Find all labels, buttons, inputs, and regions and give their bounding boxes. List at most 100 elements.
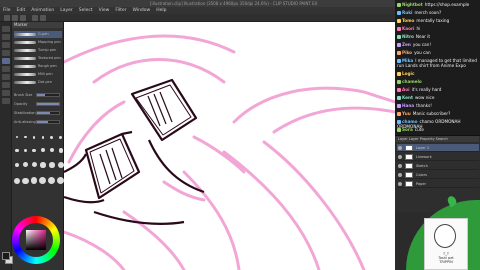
brush-tool-icon[interactable] bbox=[2, 74, 10, 80]
chat-message: Kaori hi bbox=[397, 26, 479, 31]
sub-tool-tab[interactable]: Marker bbox=[12, 22, 63, 28]
brush-size-option[interactable] bbox=[39, 158, 46, 171]
size-dot-icon bbox=[40, 148, 45, 153]
saturation-value-picker[interactable] bbox=[26, 230, 46, 250]
brush-item[interactable]: G-pen bbox=[14, 31, 62, 38]
selection-tool-icon[interactable] bbox=[2, 42, 10, 48]
chat-username[interactable]: Nightbot bbox=[402, 2, 423, 7]
brush-item[interactable]: Turnip pen bbox=[14, 47, 62, 54]
chat-username[interactable]: Logic bbox=[402, 71, 414, 76]
brush-size-option[interactable] bbox=[22, 174, 29, 188]
eye-icon[interactable] bbox=[398, 155, 402, 159]
chat-badge-icon bbox=[397, 88, 401, 92]
size-dot-icon bbox=[15, 148, 19, 153]
tool-property-label: Stabilization bbox=[14, 111, 36, 115]
size-dot-icon bbox=[22, 177, 29, 185]
layer-row[interactable]: Paper bbox=[397, 180, 479, 188]
chat-username[interactable]: Kaori bbox=[402, 26, 414, 31]
chat-username[interactable]: chamelo bbox=[402, 79, 422, 84]
brush-stroke-preview bbox=[14, 65, 36, 68]
brush-item[interactable]: Milli pen bbox=[14, 71, 62, 78]
eyedropper-tool-icon[interactable] bbox=[2, 50, 10, 56]
eye-icon[interactable] bbox=[398, 182, 402, 186]
fill-tool-icon[interactable] bbox=[2, 90, 10, 96]
menu-item[interactable]: Help bbox=[156, 7, 166, 14]
layer-row[interactable]: Colors bbox=[397, 171, 479, 179]
brush-stroke-preview bbox=[14, 33, 36, 36]
brush-stroke-preview bbox=[14, 73, 36, 76]
menu-item[interactable]: Select bbox=[79, 7, 93, 14]
chat-badge-icon bbox=[397, 96, 401, 100]
drawing-canvas[interactable] bbox=[64, 22, 395, 270]
layer-row[interactable]: Linework bbox=[397, 153, 479, 161]
move-tool-icon[interactable] bbox=[2, 34, 10, 40]
chat-username[interactable]: Nitro bbox=[402, 34, 414, 39]
eye-icon[interactable] bbox=[398, 173, 402, 177]
tool-property-slider[interactable] bbox=[36, 93, 60, 97]
save-icon[interactable] bbox=[20, 15, 26, 21]
brush-label: Milli pen bbox=[38, 72, 53, 76]
layer-row[interactable]: Sketch bbox=[397, 162, 479, 170]
chat-username[interactable]: Kent bbox=[402, 95, 413, 100]
menu-item[interactable]: Window bbox=[132, 7, 150, 14]
brush-label: G-pen bbox=[38, 32, 49, 36]
menu-item[interactable]: Filter bbox=[115, 7, 126, 14]
open-file-icon[interactable] bbox=[12, 15, 18, 21]
chat-username[interactable]: Tomo bbox=[402, 18, 414, 23]
brush-size-option[interactable] bbox=[22, 145, 29, 157]
brush-size-option[interactable] bbox=[48, 132, 55, 143]
menu-item[interactable]: Animation bbox=[31, 7, 54, 14]
brush-size-option[interactable] bbox=[14, 132, 20, 143]
layer-panel-tabs[interactable]: Layer Layer Property Search bbox=[396, 136, 479, 142]
chat-username[interactable]: Ruki bbox=[402, 10, 412, 15]
pencil-tool-icon[interactable] bbox=[2, 66, 10, 72]
eraser-tool-icon[interactable] bbox=[2, 82, 10, 88]
brush-size-option[interactable] bbox=[48, 145, 55, 157]
eye-icon[interactable] bbox=[398, 164, 402, 168]
tool-property-row: Opacity bbox=[14, 101, 62, 107]
menu-item[interactable]: View bbox=[99, 7, 110, 14]
brush-size-option[interactable] bbox=[14, 174, 21, 188]
brush-size-option[interactable] bbox=[31, 145, 38, 157]
layer-name: Colors bbox=[416, 173, 427, 177]
brush-size-option[interactable] bbox=[14, 158, 20, 171]
chat-username[interactable]: Sora bbox=[402, 127, 413, 132]
chat-username[interactable]: Hana bbox=[402, 103, 414, 108]
brush-size-option[interactable] bbox=[30, 174, 38, 188]
menu-item[interactable]: Edit bbox=[17, 7, 26, 14]
brush-size-option[interactable] bbox=[14, 145, 20, 157]
brush-item[interactable]: Dot pen bbox=[14, 79, 62, 86]
brush-size-option[interactable] bbox=[39, 174, 47, 188]
text-tool-icon[interactable] bbox=[2, 98, 10, 104]
chat-username[interactable]: Piko bbox=[402, 50, 412, 55]
tool-property-slider[interactable] bbox=[36, 102, 60, 106]
redo-icon[interactable] bbox=[40, 15, 46, 21]
brush-size-option[interactable] bbox=[39, 145, 46, 157]
brush-size-option[interactable] bbox=[31, 132, 38, 143]
brush-size-option[interactable] bbox=[39, 132, 46, 143]
zoom-tool-icon[interactable] bbox=[2, 26, 10, 32]
layer-row[interactable]: Layer 1 bbox=[397, 144, 479, 152]
brush-size-option[interactable] bbox=[22, 158, 29, 171]
chat-badge-icon bbox=[397, 43, 401, 47]
tool-property-slider[interactable] bbox=[36, 111, 60, 115]
brush-item[interactable]: Rough pen bbox=[14, 63, 62, 70]
tool-property-slider[interactable] bbox=[36, 120, 60, 124]
brush-item[interactable]: Mapping pen bbox=[14, 39, 62, 46]
brush-size-option[interactable] bbox=[48, 158, 55, 171]
brush-size-option[interactable] bbox=[22, 132, 29, 143]
undo-icon[interactable] bbox=[32, 15, 38, 21]
brush-size-option[interactable] bbox=[31, 158, 38, 171]
pen-tool-icon[interactable] bbox=[2, 58, 10, 64]
main-color-swatch[interactable] bbox=[2, 252, 10, 260]
chat-username[interactable]: Yuu bbox=[402, 111, 411, 116]
tool-property-label: Opacity bbox=[14, 102, 28, 106]
menu-item[interactable]: Layer bbox=[60, 7, 73, 14]
menu-item[interactable]: File bbox=[3, 7, 11, 14]
chat-username[interactable]: Zen bbox=[402, 42, 411, 47]
chat-username[interactable]: Aoi bbox=[402, 87, 410, 92]
new-file-icon[interactable] bbox=[4, 15, 10, 21]
brush-size-option[interactable] bbox=[48, 174, 56, 188]
brush-item[interactable]: Textured pen bbox=[14, 55, 62, 62]
eye-icon[interactable] bbox=[398, 146, 402, 150]
